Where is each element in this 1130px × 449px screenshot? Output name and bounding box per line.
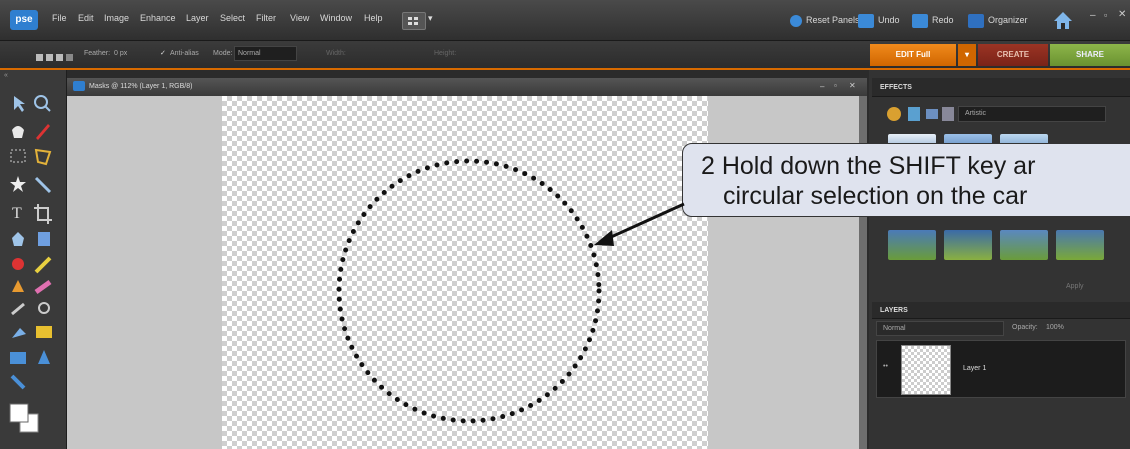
arrow-head-icon xyxy=(594,230,614,246)
callout-arrow xyxy=(594,202,685,246)
